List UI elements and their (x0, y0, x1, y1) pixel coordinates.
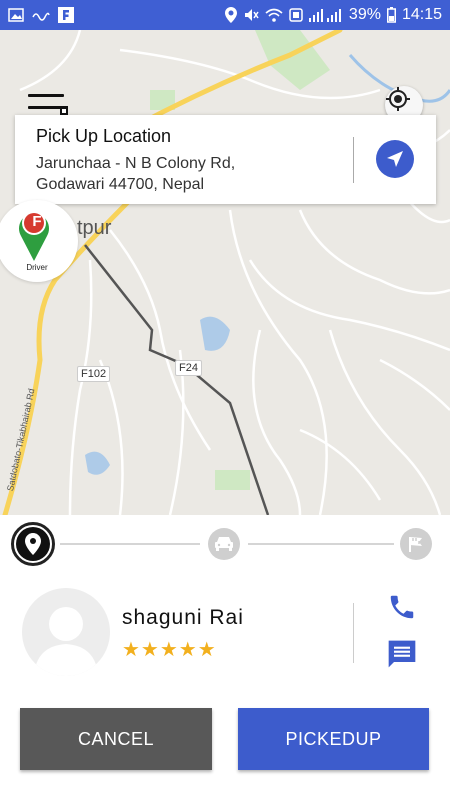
notification-icon (32, 9, 50, 21)
battery-percent: 39% (348, 6, 381, 23)
avatar (22, 588, 110, 676)
pickup-title: Pick Up Location (36, 126, 172, 146)
divider (353, 137, 354, 183)
driver-rating-stars: ★★★★★ (122, 639, 217, 661)
location-icon (224, 7, 237, 23)
call-driver-button[interactable] (385, 590, 419, 624)
app-icon (58, 7, 74, 23)
driver-panel: shaguni Rai ★★★★★ CANCEL PICKEDUP (0, 573, 450, 800)
step-ride (208, 528, 240, 560)
map-view[interactable]: tpur F102 F24 Satdobato-Tikabhairab Rd (0, 30, 450, 515)
car-icon (215, 537, 233, 551)
wifi-icon (265, 8, 283, 22)
progress-line (60, 543, 200, 545)
crosshair-icon (386, 87, 410, 111)
map-canvas (2, 30, 450, 515)
driver-name: shaguni Rai (122, 606, 244, 629)
pickup-address-line1: Jarunchaa - N B Colony Rd, (36, 155, 236, 172)
signal-icon (308, 8, 343, 22)
pickup-address-line2: Godawari 44700, Nepal (36, 176, 205, 193)
road-label-f102: F102 (77, 366, 111, 382)
data-saver-icon (289, 8, 303, 22)
chat-icon (388, 640, 416, 668)
menu-icon-bar (28, 94, 64, 97)
phone-icon (390, 595, 414, 619)
step-destination (400, 528, 432, 560)
driver-badge-letter: F (32, 213, 42, 230)
battery-icon (386, 7, 396, 23)
progress-line (248, 543, 394, 545)
driver-marker-label: Driver (26, 263, 48, 272)
mute-icon (243, 7, 259, 23)
menu-icon-bar (28, 105, 64, 109)
finish-flag-icon (409, 537, 422, 552)
road-label-f24: F24 (175, 360, 202, 376)
location-pin-icon (25, 533, 41, 555)
trip-progress (0, 515, 450, 573)
pickedup-button[interactable]: PICKEDUP (238, 708, 429, 770)
message-driver-button[interactable] (385, 637, 419, 671)
navigate-button[interactable] (376, 140, 414, 178)
navigation-arrow-icon (387, 151, 403, 167)
clock: 14:15 (401, 6, 442, 23)
status-bar: 39% 14:15 (0, 0, 450, 30)
map-town-label: tpur (77, 217, 112, 239)
person-placeholder-icon (34, 607, 98, 676)
step-pickup (11, 522, 55, 566)
driver-marker[interactable]: F Driver (0, 200, 78, 282)
cancel-button[interactable]: CANCEL (20, 708, 212, 770)
gallery-icon (8, 8, 24, 22)
step-pickup-inner (16, 527, 50, 561)
pickup-location-card[interactable]: Pick Up Location Jarunchaa - N B Colony … (15, 115, 436, 204)
divider (353, 603, 354, 663)
pickup-address: Jarunchaa - N B Colony Rd, Godawari 4470… (36, 153, 336, 195)
